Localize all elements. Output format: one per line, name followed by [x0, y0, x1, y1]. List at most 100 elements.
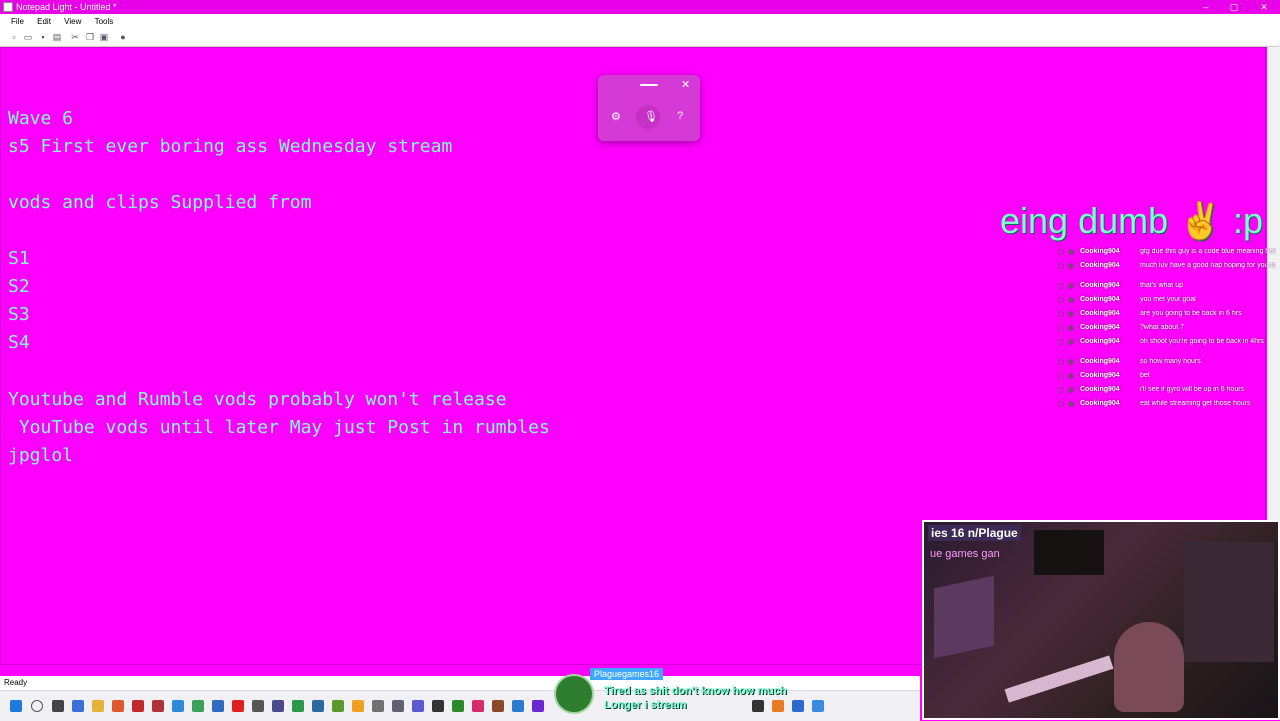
- app-icon[interactable]: [192, 700, 204, 712]
- window-title: Notepad Light - Untitled *: [16, 2, 117, 12]
- app-icon[interactable]: [392, 700, 404, 712]
- paste-icon[interactable]: ▣: [99, 32, 109, 42]
- chat-message: Cooking904 oh shoot you're going to be b…: [1056, 336, 1278, 356]
- user-icon: [1068, 339, 1074, 345]
- badge-icon: [1058, 297, 1064, 303]
- webcam-tag: ies 16 n/Plague: [928, 525, 1021, 541]
- chat-username: Cooking904: [1080, 386, 1120, 393]
- app-icon[interactable]: [432, 700, 444, 712]
- chat-message: Cooking904 that's what up: [1056, 280, 1278, 294]
- help-icon[interactable]: ?: [677, 110, 683, 122]
- badge-icon: [1058, 311, 1064, 317]
- editor-line: Youtube and Rumble vods probably won't r…: [8, 389, 507, 410]
- user-icon: [1068, 311, 1074, 317]
- chat-text: bet: [1140, 372, 1150, 379]
- drag-handle[interactable]: [640, 84, 658, 86]
- menu-tools[interactable]: Tools: [95, 14, 114, 29]
- app-icon[interactable]: [272, 700, 284, 712]
- editor-line: jpglol: [8, 445, 74, 466]
- copy-icon[interactable]: ❐: [85, 32, 95, 42]
- app-icon[interactable]: [72, 700, 84, 712]
- microphone-icon: 🎙: [644, 111, 658, 123]
- user-icon: [1068, 263, 1074, 269]
- folder-icon[interactable]: [92, 700, 104, 712]
- app-icon[interactable]: [492, 700, 504, 712]
- chat-message: Cooking904 you met your goal: [1056, 294, 1278, 308]
- chat-message: Cooking904 bet: [1056, 370, 1278, 384]
- chat-username: Cooking904: [1080, 338, 1120, 345]
- user-icon: [1068, 283, 1074, 289]
- start-icon[interactable]: [10, 700, 22, 712]
- app-icon[interactable]: [532, 700, 544, 712]
- chat-text: are you going to be back in 6 hrs: [1140, 310, 1242, 317]
- close-button[interactable]: ✕: [1250, 0, 1278, 14]
- app-icon[interactable]: [252, 700, 264, 712]
- app-icon: [3, 2, 13, 12]
- app-icon[interactable]: [132, 700, 144, 712]
- stream-chat: Cooking904 gtg due this guy is a code bl…: [1056, 246, 1278, 412]
- chat-popup-text: Tired as shit don't know how much Longer…: [604, 685, 787, 711]
- help-icon[interactable]: ●: [118, 32, 128, 42]
- maximize-button[interactable]: ▢: [1220, 0, 1248, 14]
- webcam-feed: ies 16 n/Plague ue games gan: [922, 520, 1280, 720]
- webcam-subtag: ue games gan: [930, 548, 1000, 560]
- print-icon[interactable]: ▤: [52, 32, 62, 42]
- cut-icon[interactable]: ✂: [70, 32, 80, 42]
- chat-text: eat while streaming get those hours: [1140, 400, 1251, 407]
- chat-popup: Plaguegames16 Tired as shit don't know h…: [552, 664, 812, 720]
- app-icon[interactable]: [212, 700, 224, 712]
- avatar: [554, 674, 594, 714]
- app-icon[interactable]: [452, 700, 464, 712]
- chat-popup-name: Plaguegames16: [590, 668, 664, 680]
- badge-icon: [1058, 263, 1064, 269]
- chat-username: Cooking904: [1080, 248, 1120, 255]
- close-icon[interactable]: ✕: [681, 78, 690, 91]
- menu-view[interactable]: View: [64, 14, 81, 29]
- editor-line: s5 First ever boring ass Wednesday strea…: [8, 136, 453, 157]
- app-icon[interactable]: [172, 700, 184, 712]
- app-icon[interactable]: [112, 700, 124, 712]
- app-icon[interactable]: [312, 700, 324, 712]
- menu-file[interactable]: File: [11, 14, 24, 29]
- badge-icon: [1058, 359, 1064, 365]
- status-text: Ready: [4, 678, 28, 687]
- badge-icon: [1058, 387, 1064, 393]
- chat-text: i'll see if gyro will be up in 6 hours: [1140, 386, 1245, 393]
- toolbar: ▫ ▭ ▪ ▤ ✂ ❐ ▣ ●: [0, 29, 1280, 47]
- editor-line: S4: [8, 332, 30, 353]
- app-icon[interactable]: [232, 700, 244, 712]
- badge-icon: [1058, 373, 1064, 379]
- save-icon[interactable]: ▪: [38, 32, 48, 42]
- user-icon: [1068, 401, 1074, 407]
- user-icon: [1068, 359, 1074, 365]
- menu-edit[interactable]: Edit: [37, 14, 51, 29]
- user-icon: [1068, 387, 1074, 393]
- open-icon[interactable]: ▭: [23, 32, 33, 42]
- microphone-button[interactable]: 🎙: [636, 105, 660, 129]
- chat-text: that's what up: [1140, 282, 1183, 289]
- search-icon[interactable]: [31, 700, 43, 712]
- title-bar: Notepad Light - Untitled * – ▢ ✕: [0, 0, 1280, 14]
- chat-username: Cooking904: [1080, 324, 1120, 331]
- app-icon[interactable]: [352, 700, 364, 712]
- app-icon[interactable]: [472, 700, 484, 712]
- app-icon[interactable]: [512, 700, 524, 712]
- menu-bar: File Edit View Tools: [0, 14, 1280, 29]
- app-icon[interactable]: [412, 700, 424, 712]
- chat-text: much luv have a good nap hoping for you …: [1140, 262, 1276, 269]
- new-icon[interactable]: ▫: [9, 32, 19, 42]
- app-icon[interactable]: [372, 700, 384, 712]
- task-view-icon[interactable]: [52, 700, 64, 712]
- app-icon[interactable]: [292, 700, 304, 712]
- user-icon: [1068, 249, 1074, 255]
- app-icon[interactable]: [152, 700, 164, 712]
- chat-username: Cooking904: [1080, 296, 1120, 303]
- chat-text: so how many hours: [1140, 358, 1201, 365]
- chat-username: Cooking904: [1080, 358, 1120, 365]
- minimize-button[interactable]: –: [1192, 0, 1220, 14]
- badge-icon: [1058, 401, 1064, 407]
- app-icon[interactable]: [332, 700, 344, 712]
- badge-icon: [1058, 325, 1064, 331]
- editor-line: vods and clips Supplied from: [8, 192, 312, 213]
- settings-icon[interactable]: ⚙: [611, 110, 621, 123]
